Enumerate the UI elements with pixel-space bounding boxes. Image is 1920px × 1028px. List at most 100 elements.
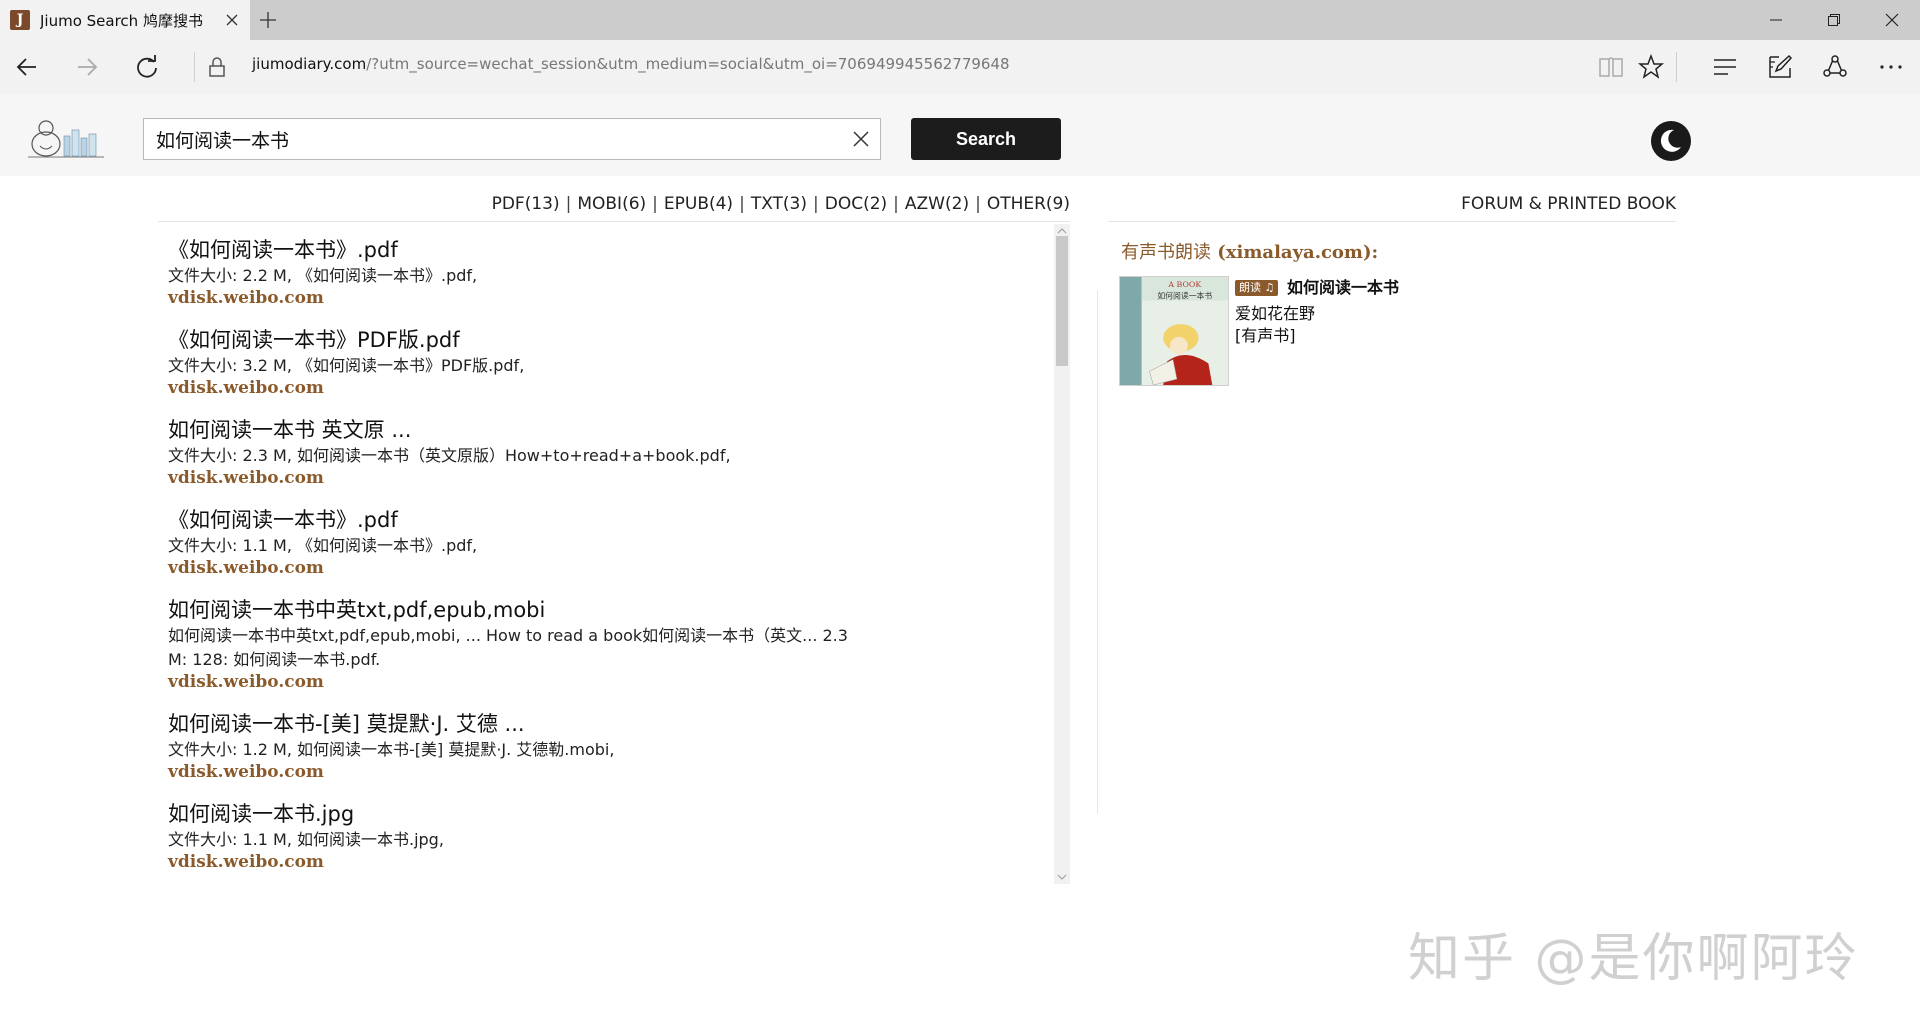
close-icon[interactable] <box>224 12 240 28</box>
search-button[interactable]: Search <box>911 118 1061 160</box>
window-close-button[interactable] <box>1864 0 1920 40</box>
forum-link[interactable]: FORUM & PRINTED BOOK <box>1300 194 1676 214</box>
cover-title: 如何阅读一本书 <box>1157 291 1212 301</box>
result-item: 如何阅读一本书.jpg 文件大小: 1.1 M, 如何阅读一本书.jpg, vd… <box>168 800 1038 872</box>
divider <box>1108 221 1676 222</box>
divider <box>1097 290 1098 814</box>
result-source[interactable]: vdisk.weibo.com <box>168 852 1038 872</box>
result-source[interactable]: vdisk.weibo.com <box>168 378 1038 398</box>
forward-arrow-icon <box>78 58 98 76</box>
separator: | <box>565 194 572 214</box>
result-source[interactable]: vdisk.weibo.com <box>168 468 1038 488</box>
site-header: Search <box>0 94 1920 176</box>
separator: | <box>893 194 899 214</box>
result-source[interactable]: vdisk.weibo.com <box>168 558 1038 578</box>
share-icon <box>1823 55 1847 77</box>
minimize-button[interactable] <box>1748 0 1804 40</box>
result-item: 《如何阅读一本书》PDF版.pdf 文件大小: 3.2 M, 《如何阅读一本书》… <box>168 326 1038 398</box>
url-field[interactable]: jiumodiary.com/?utm_source=wechat_sessio… <box>252 55 1010 73</box>
divider <box>1676 52 1677 82</box>
forward-button[interactable] <box>72 52 102 82</box>
result-description: 如何阅读一本书中英txt,pdf,epub,mobi, ... How to r… <box>168 626 848 645</box>
back-button[interactable] <box>12 52 42 82</box>
restore-button[interactable] <box>1806 0 1862 40</box>
hub-icon <box>1714 59 1736 75</box>
tab-title: Jiumo Search 鸠摩搜书 <box>40 11 203 30</box>
lock-icon[interactable] <box>206 56 228 78</box>
format-filter-doc[interactable]: DOC(2) <box>825 194 887 214</box>
result-source[interactable]: vdisk.weibo.com <box>168 288 1038 308</box>
read-aloud-badge: 朗读 ♫ <box>1235 280 1279 296</box>
result-description: 文件大小: 1.1 M, 《如何阅读一本书》.pdf, <box>168 536 478 555</box>
web-note-button[interactable] <box>1765 52 1795 82</box>
hub-button[interactable] <box>1710 52 1740 82</box>
format-filter-mobi[interactable]: MOBI(6) <box>577 194 646 214</box>
minimize-icon <box>1770 19 1782 21</box>
refresh-button[interactable] <box>132 52 162 82</box>
separator: | <box>975 194 981 214</box>
result-title[interactable]: 如何阅读一本书.jpg <box>168 800 1038 828</box>
audiobook-title[interactable]: 如何阅读一本书 <box>1287 274 1399 298</box>
result-source[interactable]: vdisk.weibo.com <box>168 762 1038 782</box>
share-button[interactable] <box>1820 52 1850 82</box>
result-title[interactable]: 《如何阅读一本书》PDF版.pdf <box>168 326 1038 354</box>
result-item: 如何阅读一本书 英文原 ... 文件大小: 2.3 M, 如何阅读一本书（英文原… <box>168 416 1038 488</box>
browser-tab[interactable]: J Jiumo Search 鸠摩搜书 <box>0 0 250 40</box>
separator: | <box>739 194 745 214</box>
result-item: 如何阅读一本书中英txt,pdf,epub,mobi 如何阅读一本书中英txt,… <box>168 596 1038 692</box>
result-title[interactable]: 如何阅读一本书 英文原 ... <box>168 416 1038 444</box>
format-filter-other[interactable]: OTHER(9) <box>987 194 1070 214</box>
audiobook-author: 爱如花在野 <box>1235 304 1316 323</box>
reading-view-icon <box>1599 57 1623 77</box>
favorite-button[interactable] <box>1636 52 1666 82</box>
browser-tab-strip: J Jiumo Search 鸠摩搜书 <box>0 0 1920 40</box>
result-item: 《如何阅读一本书》.pdf 文件大小: 1.1 M, 《如何阅读一本书》.pdf… <box>168 506 1038 578</box>
more-button[interactable] <box>1876 52 1906 82</box>
audiobook-heading-site[interactable]: (ximalaya.com): <box>1217 242 1378 263</box>
url-host: jiumodiary.com <box>252 55 367 73</box>
result-description-continued: M: 128: 如何阅读一本书.pdf. <box>168 650 381 669</box>
address-bar: jiumodiary.com/?utm_source=wechat_sessio… <box>0 40 1920 94</box>
more-icon <box>1880 65 1902 69</box>
watermark: 知乎 @是你啊阿玲 <box>1408 929 1859 989</box>
favicon-icon: J <box>10 10 30 30</box>
result-title[interactable]: 《如何阅读一本书》.pdf <box>168 506 1038 534</box>
restore-icon <box>1828 14 1840 26</box>
search-input[interactable] <box>156 119 836 159</box>
result-description: 文件大小: 3.2 M, 《如何阅读一本书》PDF版.pdf, <box>168 356 525 375</box>
result-description: 文件大小: 2.3 M, 如何阅读一本书（英文原版）How+to+read+a+… <box>168 446 731 465</box>
star-icon <box>1638 54 1664 79</box>
night-mode-icon[interactable] <box>1650 120 1692 162</box>
back-arrow-icon <box>16 58 36 76</box>
clear-icon[interactable] <box>852 130 870 148</box>
result-item: 《如何阅读一本书》.pdf 文件大小: 2.2 M, 《如何阅读一本书》.pdf… <box>168 236 1038 308</box>
search-box <box>143 118 881 160</box>
result-source[interactable]: vdisk.weibo.com <box>168 672 1038 692</box>
result-description: 文件大小: 1.1 M, 如何阅读一本书.jpg, <box>168 830 444 849</box>
read-aloud-badge-text: 朗读 <box>1239 281 1261 294</box>
results-scrollbar[interactable] <box>1054 224 1070 884</box>
scroll-down-arrow-icon[interactable] <box>1054 870 1070 884</box>
divider <box>158 221 1070 222</box>
refresh-icon <box>137 55 157 78</box>
result-title[interactable]: 如何阅读一本书-[美] 莫提默·J. 艾德 ... <box>168 710 1038 738</box>
format-filter-txt[interactable]: TXT(3) <box>751 194 807 214</box>
scrollbar-thumb[interactable] <box>1056 236 1068 366</box>
cover-top-text: A BOOK <box>1167 280 1201 289</box>
headphones-icon: ♫ <box>1264 281 1275 294</box>
result-title[interactable]: 《如何阅读一本书》.pdf <box>168 236 1038 264</box>
format-filter-azw[interactable]: AZW(2) <box>905 194 969 214</box>
reading-view-button[interactable] <box>1596 52 1626 82</box>
book-cover[interactable]: A BOOK 如何阅读一本书 <box>1119 276 1229 386</box>
plus-icon[interactable] <box>258 10 278 30</box>
web-note-icon <box>1769 54 1793 78</box>
divider <box>194 52 195 82</box>
url-path: /?utm_source=wechat_session&utm_medium=s… <box>366 55 1010 73</box>
format-filter-pdf[interactable]: PDF(13) <box>492 194 560 214</box>
result-title[interactable]: 如何阅读一本书中英txt,pdf,epub,mobi <box>168 596 1038 624</box>
site-logo[interactable] <box>26 116 106 160</box>
result-description: 文件大小: 1.2 M, 如何阅读一本书-[美] 莫提默·J. 艾德勒.mobi… <box>168 740 615 759</box>
format-filter-epub[interactable]: EPUB(4) <box>664 194 733 214</box>
window-close-icon <box>1885 13 1899 27</box>
audiobook-publisher: [有声书] <box>1235 326 1296 345</box>
